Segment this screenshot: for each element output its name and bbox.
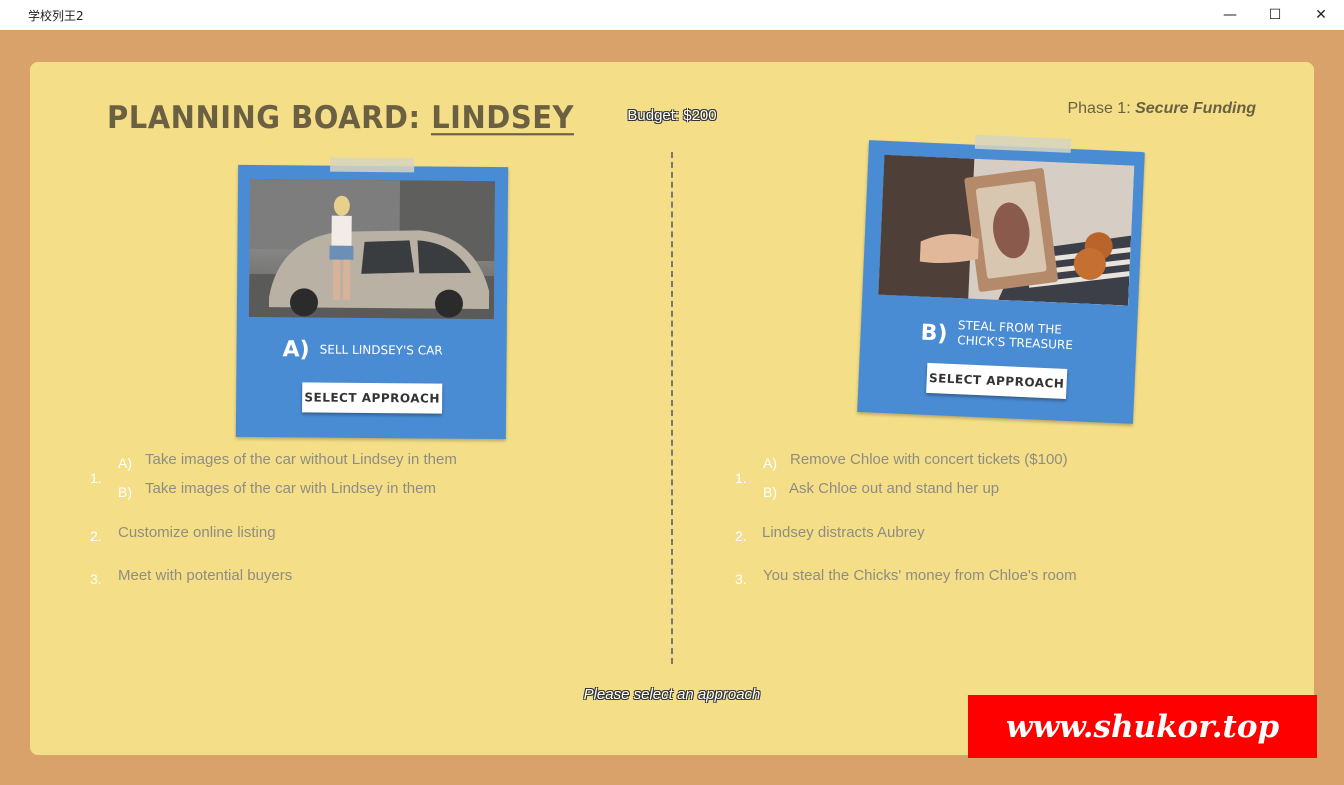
option-text: Ask Chloe out and stand her up xyxy=(789,480,1000,497)
watermark-banner: www.shukor.top xyxy=(968,695,1317,758)
select-approach-a-button[interactable]: SELECT APPROACH xyxy=(302,382,443,414)
car-photo xyxy=(248,178,496,320)
minimize-button[interactable]: — xyxy=(1207,0,1253,30)
window-title: 学校列王2 xyxy=(28,9,84,23)
book-illustration xyxy=(878,154,1135,306)
maximize-button[interactable]: ☐ xyxy=(1252,0,1298,30)
approach-card-b: B) STEAL FROM THE CHICK'S TREASURE SELEC… xyxy=(857,134,1145,424)
car-illustration xyxy=(248,178,496,320)
step-text: Customize online listing xyxy=(118,524,276,541)
select-approach-b-button[interactable]: SELECT APPROACH xyxy=(926,362,1068,399)
step-number: 3. xyxy=(735,571,747,587)
center-divider xyxy=(671,152,673,664)
tape xyxy=(330,157,415,173)
option-key: B) xyxy=(763,484,777,500)
phase-label: Phase 1: Secure Funding xyxy=(1067,100,1256,118)
step-number: 1. xyxy=(90,470,102,486)
option-key: A) xyxy=(763,455,777,471)
option-key: A) xyxy=(118,455,132,471)
step-number: 3. xyxy=(90,571,102,587)
approach-b-label: B) STEAL FROM THE CHICK'S TREASURE xyxy=(920,317,1074,354)
step-text: You steal the Chicks' money from Chloe's… xyxy=(763,567,1077,584)
minimize-icon: — xyxy=(1223,7,1237,23)
phase-name: Secure Funding xyxy=(1135,100,1256,117)
option-text: Remove Chloe with concert tickets ($100) xyxy=(790,451,1068,468)
option-text: Take images of the car without Lindsey i… xyxy=(145,451,457,468)
step-number: 1. xyxy=(735,470,747,486)
approach-a-label: A) SELL LINDSEY'S CAR xyxy=(282,337,442,363)
treasure-photo xyxy=(878,154,1135,306)
step-number: 2. xyxy=(735,528,747,544)
approach-b-letter: B) xyxy=(920,320,949,347)
maximize-icon: ☐ xyxy=(1268,7,1282,23)
close-button[interactable]: ✕ xyxy=(1298,0,1344,30)
approach-card-a: A) SELL LINDSEY'S CAR SELECT APPROACH xyxy=(235,157,509,440)
option-text: Take images of the car with Lindsey in t… xyxy=(145,480,436,497)
step-text: Lindsey distracts Aubrey xyxy=(762,524,925,541)
phase-prefix: Phase 1: xyxy=(1067,100,1136,117)
approach-a-letter: A) xyxy=(282,337,310,363)
tape xyxy=(974,134,1072,153)
approach-a-text: SELL LINDSEY'S CAR xyxy=(319,342,443,358)
close-icon: ✕ xyxy=(1315,7,1327,23)
step-number: 2. xyxy=(90,528,102,544)
window-titlebar: 学校列王2 — ☐ ✕ xyxy=(0,0,1344,30)
step-text: Meet with potential buyers xyxy=(118,567,293,584)
option-key: B) xyxy=(118,484,132,500)
planning-board: PLANNING BOARD: LINDSEY Budget: $200 Pha… xyxy=(30,62,1314,755)
